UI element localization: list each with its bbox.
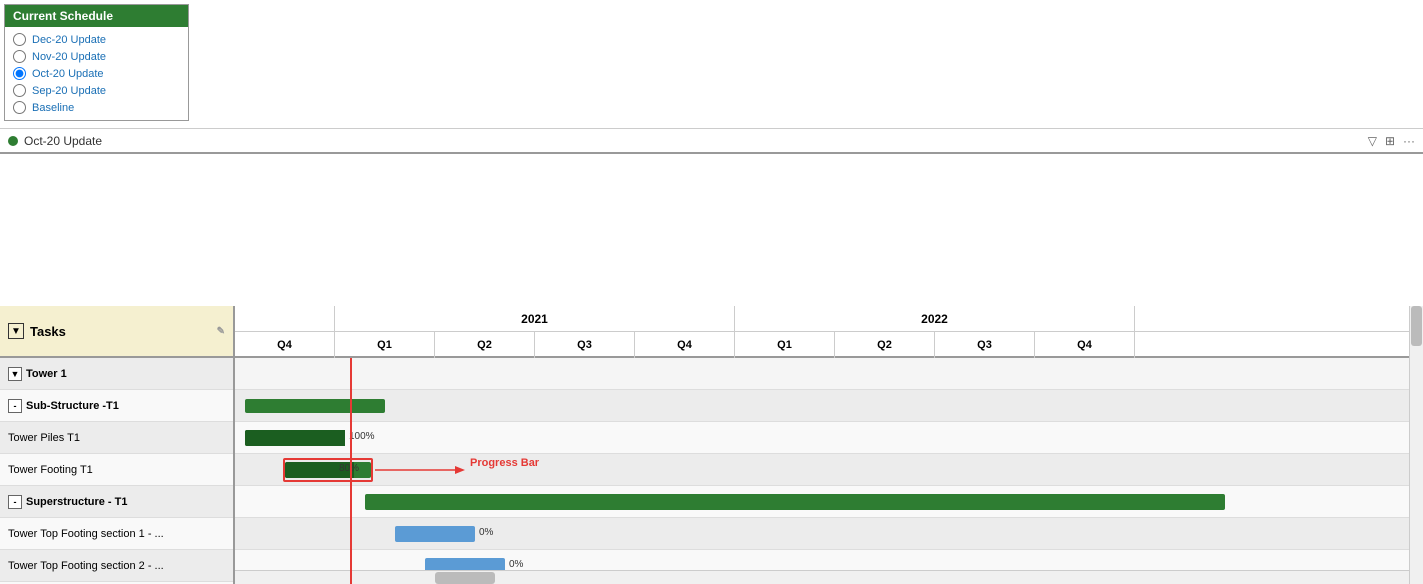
quarter-cell: Q1	[735, 332, 835, 358]
schedule-option-sep20[interactable]: Sep-20 Update	[13, 82, 180, 99]
top-bar: Oct-20 Update ▽ ⊞ ···	[0, 128, 1423, 152]
quarter-cell: Q3	[935, 332, 1035, 358]
schedule-panel-body: Dec-20 Update Nov-20 Update Oct-20 Updat…	[5, 27, 188, 120]
task-row: Tower Footing T1	[0, 454, 233, 486]
horizontal-scrollbar[interactable]	[235, 570, 1409, 584]
gantt-row: 100%	[235, 422, 1423, 454]
task-name: Superstructure - T1	[26, 496, 127, 508]
task-name: Tower Piles T1	[8, 432, 80, 444]
gantt-bar-ttf1	[395, 526, 475, 542]
schedule-option-label-baseline: Baseline	[32, 102, 74, 114]
quarter-cell: Q4	[235, 332, 335, 358]
task-name: Tower Footing T1	[8, 464, 93, 476]
gantt-wrapper: ▼ Tasks ✎ ▼ Tower 1 - Sub-Structure -T1 …	[0, 152, 1423, 584]
gantt-container: ▼ Tasks ✎ ▼ Tower 1 - Sub-Structure -T1 …	[0, 306, 1423, 584]
subgroup-collapse-icon[interactable]: -	[8, 495, 22, 509]
gantt-header: 2021 2022 Q4 Q1 Q2 Q3 Q4 Q1 Q2 Q3 Q4	[235, 306, 1423, 358]
gantt-row: 0%	[235, 518, 1423, 550]
vertical-scrollbar-thumb[interactable]	[1411, 306, 1422, 346]
gantt-row	[235, 358, 1423, 390]
gantt-row	[235, 486, 1423, 518]
vertical-scrollbar[interactable]	[1409, 306, 1423, 584]
schedule-panel-header: Current Schedule	[5, 5, 188, 27]
data-date-line: Data Date	[350, 358, 352, 584]
bar-label-footing: 80%	[339, 463, 359, 474]
progress-bar-label: Progress Bar	[470, 457, 539, 469]
task-row: ▼ Tower 1	[0, 358, 233, 390]
year-cell-2022: 2022	[735, 306, 1135, 331]
task-panel: ▼ Tasks ✎ ▼ Tower 1 - Sub-Structure -T1 …	[0, 306, 235, 584]
bar-progress	[245, 430, 345, 446]
gantt-chart: 2021 2022 Q4 Q1 Q2 Q3 Q4 Q1 Q2 Q3 Q4	[235, 306, 1423, 584]
quarter-cell: Q2	[435, 332, 535, 358]
schedule-option-label-nov20: Nov-20 Update	[32, 51, 106, 63]
task-row: - Sub-Structure -T1	[0, 390, 233, 422]
tasks-header-label: Tasks	[30, 324, 66, 339]
quarter-cell: Q2	[835, 332, 935, 358]
schedule-option-dec20[interactable]: Dec-20 Update	[13, 31, 180, 48]
quarter-cell: Q4	[1035, 332, 1135, 358]
task-name: Tower 1	[26, 368, 67, 380]
year-cell-pre	[235, 306, 335, 331]
gantt-bar-superstructure	[365, 494, 1225, 510]
task-name: Tower Top Footing section 1 - ...	[8, 528, 164, 540]
schedule-option-baseline[interactable]: Baseline	[13, 99, 180, 116]
task-edit-icon: ✎	[217, 326, 225, 337]
expand-icon[interactable]: ⊞	[1385, 134, 1395, 148]
active-schedule-indicator	[8, 136, 18, 146]
task-name: Sub-Structure -T1	[26, 400, 119, 412]
schedule-option-label-dec20: Dec-20 Update	[32, 34, 106, 46]
toolbar-icons: ▽ ⊞ ···	[1368, 134, 1415, 148]
gantt-bar-substructure	[245, 399, 385, 413]
year-cell-2021: 2021	[335, 306, 735, 331]
group-collapse-icon[interactable]: ▼	[8, 367, 22, 381]
subgroup-collapse-icon[interactable]: -	[8, 399, 22, 413]
bar-label-ttf2: 0%	[509, 559, 523, 570]
more-icon[interactable]: ···	[1403, 134, 1415, 148]
active-schedule-label: Oct-20 Update	[24, 134, 102, 148]
task-row: - Superstructure - T1	[0, 486, 233, 518]
horizontal-scrollbar-thumb[interactable]	[435, 572, 495, 584]
schedule-option-oct20[interactable]: Oct-20 Update	[13, 65, 180, 82]
schedule-option-label-oct20: Oct-20 Update	[32, 68, 104, 80]
gantt-header-quarters: Q4 Q1 Q2 Q3 Q4 Q1 Q2 Q3 Q4	[235, 332, 1423, 358]
schedule-panel: Current Schedule Dec-20 Update Nov-20 Up…	[4, 4, 189, 121]
schedule-option-label-sep20: Sep-20 Update	[32, 85, 106, 97]
bar-label-ttf1: 0%	[479, 527, 493, 538]
gantt-header-years: 2021 2022	[235, 306, 1423, 332]
gantt-bar-piles	[245, 430, 345, 446]
gantt-row	[235, 390, 1423, 422]
quarter-cell: Q3	[535, 332, 635, 358]
quarter-cell: Q1	[335, 332, 435, 358]
task-name: Tower Top Footing section 2 - ...	[8, 560, 164, 572]
task-row: Tower Top Footing section 2 - ...	[0, 550, 233, 582]
filter-icon[interactable]: ▽	[1368, 134, 1377, 148]
task-row: Tower Piles T1	[0, 422, 233, 454]
quarter-cell: Q4	[635, 332, 735, 358]
task-panel-header: ▼ Tasks ✎	[0, 306, 233, 358]
task-row: Tower Top Footing section 1 - ...	[0, 518, 233, 550]
gantt-body: Data Date 100%	[235, 358, 1423, 584]
tasks-collapse-icon[interactable]: ▼	[8, 323, 24, 339]
gantt-row: 80% Progress Bar	[235, 454, 1423, 486]
schedule-option-nov20[interactable]: Nov-20 Update	[13, 48, 180, 65]
bar-progress-label: 100%	[349, 431, 375, 442]
